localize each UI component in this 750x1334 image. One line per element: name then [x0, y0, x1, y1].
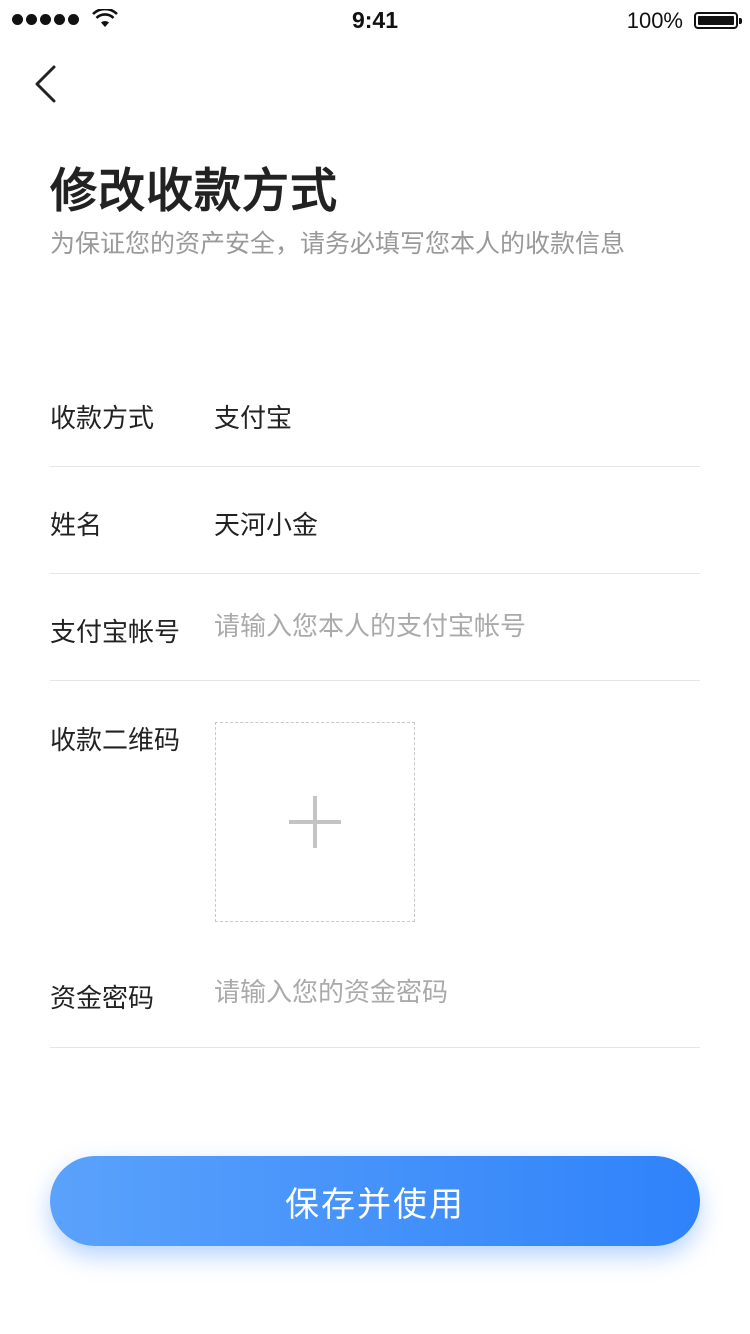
payment-method-value: 支付宝: [214, 404, 293, 434]
fund-password-row: 资金密码: [50, 944, 700, 1048]
qr-code-upload-button[interactable]: [215, 722, 415, 922]
save-button[interactable]: 保存并使用: [50, 1156, 700, 1246]
alipay-account-input[interactable]: [214, 610, 684, 644]
chevron-left-icon: [35, 65, 56, 103]
name-row: 姓名 天河小金: [50, 467, 700, 574]
fund-password-input[interactable]: [214, 976, 684, 1010]
qr-code-label: 收款二维码: [50, 726, 181, 756]
payment-method-row[interactable]: 收款方式 支付宝: [50, 362, 700, 467]
plus-icon: [289, 796, 341, 848]
alipay-account-label: 支付宝帐号: [50, 618, 181, 648]
fund-password-label: 资金密码: [50, 984, 155, 1014]
status-bar: 9:41 100%: [0, 0, 750, 40]
back-button[interactable]: [28, 60, 68, 108]
battery-icon: [694, 12, 742, 29]
payment-method-label: 收款方式: [50, 404, 155, 434]
page-subtitle: 为保证您的资产安全，请务必填写您本人的收款信息: [50, 229, 626, 258]
name-label: 姓名: [50, 511, 103, 541]
battery-percent: 100%: [626, 8, 683, 33]
name-value: 天河小金: [214, 511, 319, 541]
alipay-account-row: 支付宝帐号: [50, 574, 700, 681]
page-title: 修改收款方式: [50, 164, 338, 219]
